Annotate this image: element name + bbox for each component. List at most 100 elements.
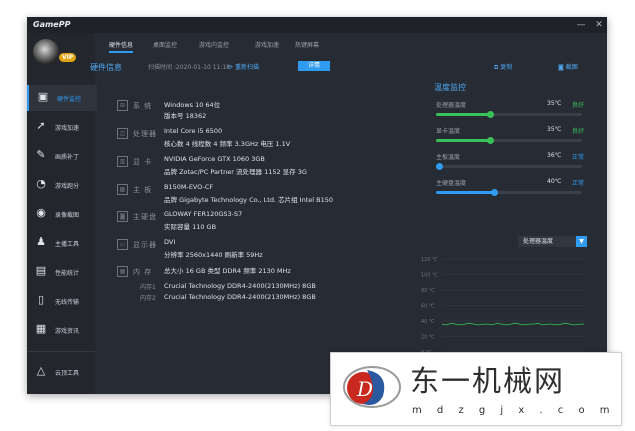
- hardware-value: 品牌 Gigabyte Technology Co., Ltd. 芯片组 Int…: [164, 196, 333, 204]
- screenshot-label: 截图: [565, 64, 578, 71]
- copy-button[interactable]: ⧉ 复制: [494, 62, 512, 72]
- os-icon: ⊞: [117, 100, 128, 111]
- memory-icon: ▦: [117, 266, 128, 277]
- sidebar: VIP ▣ 硬件监控 ➚ 游戏加速 ✎ 画质补丁 ◔ 游戏跑分 ◉ 录像截图 ♟ 主播工具 ▤ 性能统计 ▯…: [27, 33, 97, 394]
- chevron-down-icon[interactable]: ▼: [576, 236, 587, 247]
- cloud-tool-icon: △: [36, 364, 46, 377]
- temperature-bar: [436, 189, 582, 196]
- hardware-label: 内 存: [133, 268, 153, 276]
- sidebar-item-label: 性能统计: [55, 270, 80, 277]
- temperature-bar-fill: [436, 191, 495, 194]
- chart-y-tick: 80 ℃: [421, 288, 435, 294]
- gauge-icon: ◔: [36, 177, 46, 190]
- hardware-info-title: 硬件信息: [90, 63, 122, 72]
- temperature-chart: 120 ℃100 ℃80 ℃60 ℃40 ℃20 ℃0 ℃: [421, 257, 584, 356]
- copy-label: 复制: [500, 64, 513, 71]
- user-icon: ♟: [36, 235, 46, 248]
- sidebar-item-5[interactable]: ♟ 主播工具: [27, 230, 95, 256]
- sidebar-item-6[interactable]: ▤ 性能统计: [27, 259, 95, 285]
- hardware-value: NVIDIA GeForce GTX 1060 3GB: [164, 155, 265, 163]
- gpu-icon: ▥: [117, 156, 128, 167]
- temperature-status: 正常: [572, 180, 585, 187]
- sidebar-item-label: 主播工具: [55, 241, 80, 248]
- temperature-bar-knob: [487, 111, 495, 118]
- patch-icon: ✎: [36, 148, 46, 161]
- chart-y-tick: 60 ℃: [421, 304, 435, 310]
- hardware-value: Windows 10 64位: [164, 101, 221, 109]
- temperature-bar: [435, 163, 582, 170]
- sidebar-item-4[interactable]: ◉ 录像截图: [27, 201, 95, 227]
- memory-slot-value: Crucial Technology DDR4-2400(2130MHz) 8G…: [164, 282, 316, 290]
- svg-text:D: D: [356, 377, 373, 401]
- cpu-icon: ◫: [117, 128, 128, 139]
- chart-y-tick: 40 ℃: [421, 319, 435, 325]
- temperature-status: 正常: [572, 154, 585, 161]
- sidebar-item-label: 画质补丁: [55, 154, 80, 161]
- temperature-bar-knob: [435, 163, 443, 170]
- hardware-value: Intel Core i5 6500: [164, 127, 223, 135]
- sidebar-item-7[interactable]: ▯ 无线传输: [27, 288, 95, 314]
- sidebar-item-2[interactable]: ✎ 画质补丁: [27, 143, 95, 169]
- chart-y-tick: 20 ℃: [421, 335, 435, 341]
- sidebar-item-label: 游戏跑分: [55, 183, 80, 190]
- sidebar-item-label: 云顶工具: [55, 370, 80, 377]
- display-icon: ▭: [117, 239, 128, 250]
- hardware-value: 品牌 Zotac/PC Partner 流处理器 1152 显存 3G: [164, 168, 307, 176]
- hardware-label: 处理器: [133, 130, 157, 138]
- tab-0[interactable]: 硬件信息: [109, 40, 134, 53]
- hardware-value: 实际容量 110 GB: [164, 223, 217, 231]
- temperature-select[interactable]: 处理器温度: [518, 236, 576, 247]
- close-button[interactable]: ✕: [593, 19, 605, 31]
- hardware-label: 主硬盘: [133, 213, 157, 221]
- temperature-status: 良好: [572, 128, 585, 135]
- hardware-label: 主 板: [133, 186, 153, 194]
- avatar[interactable]: [33, 39, 59, 65]
- sidebar-item-cloud-tools[interactable]: △ 云顶工具: [27, 359, 95, 385]
- details-button[interactable]: 详情: [298, 61, 330, 71]
- sidebar-item-1[interactable]: ➚ 游戏加速: [27, 114, 95, 140]
- temperature-bar-knob: [487, 137, 495, 144]
- temperature-bar: [436, 137, 582, 144]
- memory-slot-value: Crucial Technology DDR4-2400(2130MHz) 8G…: [164, 293, 316, 301]
- sidebar-item-3[interactable]: ◔ 游戏跑分: [27, 172, 95, 198]
- monitor-icon: ▣: [37, 90, 49, 103]
- temperature-value: 35℃: [547, 100, 562, 107]
- minimize-button[interactable]: —: [575, 19, 587, 31]
- temperature-value: 40℃: [547, 178, 562, 185]
- watermark-url: m d z g j x . c o m: [412, 405, 616, 416]
- rescan-label: 重新扫描: [234, 64, 259, 71]
- hardware-value: 分辨率 2560x1440 刷新率 59Hz: [164, 251, 263, 259]
- clipboard-icon: ▤: [35, 264, 47, 277]
- tab-2[interactable]: 游戏内监控: [199, 40, 229, 49]
- hardware-label: 系 统: [133, 102, 153, 110]
- temperature-bar: [436, 111, 582, 118]
- hardware-value: B150M-EVO-CF: [164, 183, 214, 191]
- hardware-value: DVI: [164, 238, 176, 246]
- chart-series-line: [441, 322, 584, 326]
- news-icon: ▦: [35, 322, 47, 335]
- sidebar-item-label: 游戏资讯: [55, 328, 80, 335]
- tab-3[interactable]: 游戏加速: [255, 40, 279, 49]
- hardware-label: 显示器: [133, 241, 157, 249]
- temperature-name: 显卡温度: [436, 128, 461, 135]
- vip-badge: VIP: [59, 53, 77, 62]
- screenshot-button[interactable]: ◙ 截图: [558, 62, 578, 71]
- app-logo: GamePP: [33, 20, 71, 29]
- sidebar-item-0[interactable]: ▣ 硬件监控: [27, 85, 97, 111]
- temperature-title: 温度监控: [434, 83, 466, 92]
- sidebar-item-8[interactable]: ▦ 游戏资讯: [27, 317, 95, 343]
- rescan-link[interactable]: ⟳ 重新扫描: [228, 62, 259, 71]
- tab-1[interactable]: 桌面监控: [153, 40, 177, 49]
- tab-4[interactable]: 热键屏幕: [295, 40, 319, 49]
- temperature-name: 处理器温度: [436, 102, 467, 109]
- temperature-value: 35℃: [547, 126, 562, 133]
- watermark-name: 东一机械网: [410, 364, 566, 398]
- watermark-logo: D: [343, 366, 401, 408]
- hardware-value: 总大小 16 GB 类型 DDR4 频率 2130 MHz: [164, 267, 291, 275]
- hardware-value: 版本号 18362: [164, 112, 207, 120]
- sidebar-divider: [27, 351, 95, 352]
- camera-icon: ◉: [36, 206, 46, 219]
- motherboard-icon: ▩: [117, 184, 128, 195]
- temperature-bar-fill: [436, 139, 491, 142]
- temperature-value: 36℃: [547, 152, 562, 159]
